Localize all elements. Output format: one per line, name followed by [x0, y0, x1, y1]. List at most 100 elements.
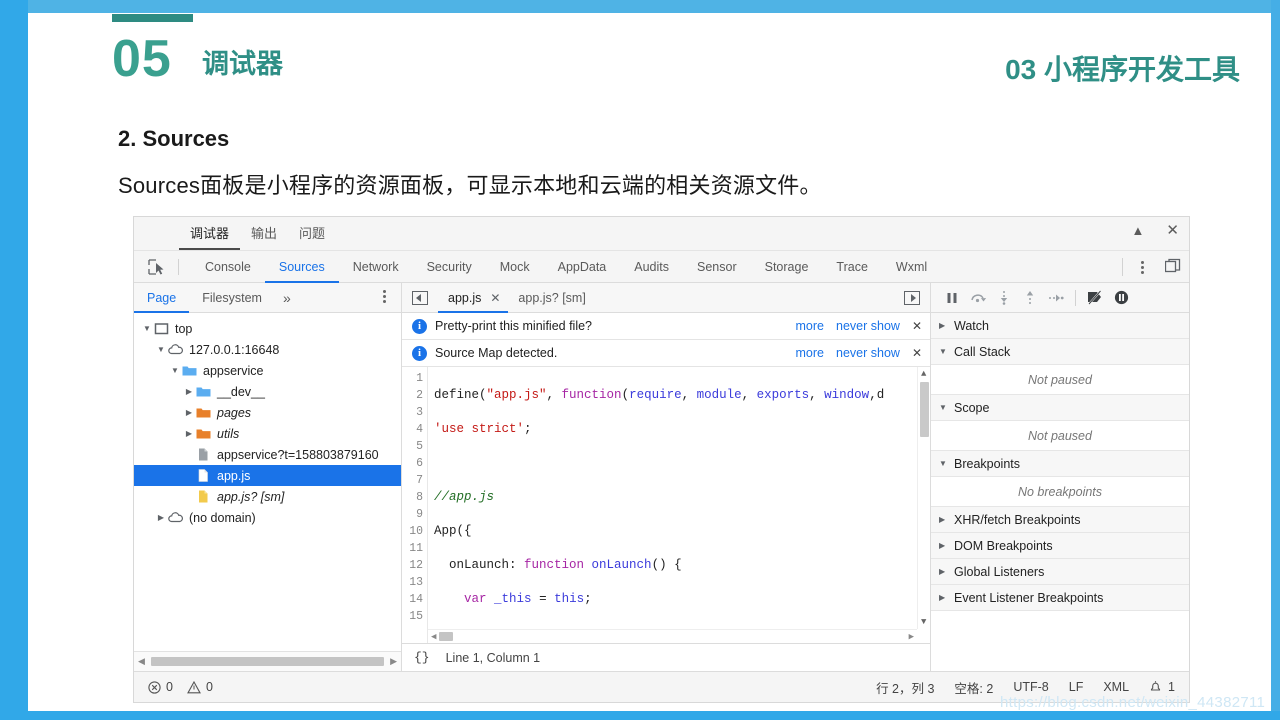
tab-storage[interactable]: Storage	[751, 251, 823, 283]
indent-setting[interactable]: 空格: 2	[954, 678, 993, 697]
cursor-position[interactable]: 行 2，列 3	[876, 678, 934, 697]
debugger-section-xhr-breakpoints[interactable]: ▶ XHR/fetch Breakpoints	[931, 507, 1189, 533]
tree-item-host[interactable]: ▼ 127.0.0.1:16648	[134, 339, 401, 360]
infobar-close-icon[interactable]: ✕	[912, 346, 922, 360]
collapse-icon[interactable]: ▲	[1132, 224, 1145, 237]
infobar-more-link[interactable]: more	[796, 319, 824, 333]
window-tab-output[interactable]: 输出	[240, 219, 288, 250]
tree-item-utils-folder[interactable]: ▶ utils	[134, 423, 401, 444]
scrollbar-thumb[interactable]	[920, 382, 929, 437]
nav-tab-page[interactable]: Page	[134, 283, 189, 313]
twisty-icon[interactable]: ▶	[939, 593, 947, 602]
debugger-section-dom-breakpoints[interactable]: ▶ DOM Breakpoints	[931, 533, 1189, 559]
twisty-icon[interactable]: ▶	[156, 513, 166, 522]
debugger-section-event-listener-breakpoints[interactable]: ▶ Event Listener Breakpoints	[931, 585, 1189, 611]
navigator-options-icon[interactable]	[377, 290, 391, 303]
pause-on-exceptions-icon[interactable]	[1108, 285, 1134, 311]
debugger-section-scope[interactable]: ▼ Scope	[931, 395, 1189, 421]
twisty-icon[interactable]: ▼	[939, 403, 947, 412]
tree-item-pages-folder[interactable]: ▶ pages	[134, 402, 401, 423]
more-options-icon[interactable]	[1135, 260, 1149, 274]
debugger-section-breakpoints[interactable]: ▼ Breakpoints	[931, 451, 1189, 477]
nav-more-tabs-icon[interactable]: »	[275, 290, 299, 306]
show-navigator-icon[interactable]	[412, 290, 428, 305]
editor-horizontal-scrollbar[interactable]: ◀ ▶	[428, 629, 917, 643]
debugger-section-watch[interactable]: ▶ Watch	[931, 313, 1189, 339]
scrollbar-thumb[interactable]	[150, 657, 385, 666]
tree-item-dev-folder[interactable]: ▶ __dev__	[134, 381, 401, 402]
tab-wxml[interactable]: Wxml	[882, 251, 941, 283]
deactivate-breakpoints-icon[interactable]	[1082, 285, 1108, 311]
inspect-element-icon[interactable]	[148, 258, 166, 275]
code-editor[interactable]: 1 2 3 4 5 6 7 8 9 10 11 12 13 14 15 defi…	[402, 367, 930, 643]
step-out-of-current-function-icon[interactable]	[1017, 285, 1043, 311]
editor-vertical-scrollbar[interactable]: ▲ ▼	[917, 367, 930, 629]
editor-tab-label: app.js? [sm]	[518, 290, 586, 305]
twisty-icon[interactable]: ▶	[939, 321, 947, 330]
tree-item-appservice-folder[interactable]: ▼ appservice	[134, 360, 401, 381]
tree-item-top[interactable]: ▼ top	[134, 318, 401, 339]
error-count-badge[interactable]: 0	[148, 680, 173, 694]
twisty-icon[interactable]: ▶	[184, 408, 194, 417]
tab-security[interactable]: Security	[413, 251, 486, 283]
bell-icon	[1150, 681, 1161, 691]
infobar-close-icon[interactable]: ✕	[912, 319, 922, 333]
twisty-icon[interactable]: ▼	[142, 324, 152, 333]
code-content[interactable]: define("app.js", function(require, modul…	[428, 367, 930, 643]
scroll-right-icon[interactable]: ▶	[906, 632, 917, 642]
scroll-up-icon[interactable]: ▲	[921, 369, 926, 379]
infobar-more-link[interactable]: more	[796, 346, 824, 360]
section-title: 调试器	[202, 49, 283, 79]
step-icon[interactable]	[1043, 285, 1069, 311]
scrollbar-thumb[interactable]	[439, 632, 454, 641]
debugger-section-global-listeners[interactable]: ▶ Global Listeners	[931, 559, 1189, 585]
navigator-horizontal-scrollbar[interactable]: ◀ ▶	[134, 651, 401, 671]
scroll-right-icon[interactable]: ▶	[386, 656, 401, 667]
window-tab-debugger[interactable]: 调试器	[179, 219, 241, 250]
tab-network[interactable]: Network	[339, 251, 413, 283]
scroll-down-icon[interactable]: ▼	[921, 617, 926, 627]
twisty-icon[interactable]: ▼	[170, 366, 180, 375]
infobar-never-show-link[interactable]: never show	[836, 319, 900, 333]
step-over-next-call-icon[interactable]	[965, 285, 991, 311]
tab-sources[interactable]: Sources	[265, 251, 339, 283]
close-icon[interactable]: ✕	[1166, 223, 1179, 238]
debugger-section-call-stack[interactable]: ▼ Call Stack	[931, 339, 1189, 365]
twisty-icon[interactable]: ▶	[939, 541, 947, 550]
twisty-icon[interactable]: ▶	[184, 429, 194, 438]
infobar-never-show-link[interactable]: never show	[836, 346, 900, 360]
tab-mock[interactable]: Mock	[486, 251, 544, 283]
editor-tab-app-js[interactable]: app.js ✕	[438, 283, 508, 313]
tab-sensor[interactable]: Sensor	[683, 251, 751, 283]
pretty-print-icon[interactable]: {}	[414, 650, 430, 665]
tab-console[interactable]: Console	[191, 251, 265, 283]
twisty-icon[interactable]: ▼	[939, 459, 947, 468]
tab-audits[interactable]: Audits	[620, 251, 683, 283]
close-tab-icon[interactable]: ✕	[490, 291, 500, 305]
language-mode[interactable]: XML	[1103, 680, 1129, 694]
twisty-icon[interactable]: ▶	[184, 387, 194, 396]
tab-appdata[interactable]: AppData	[544, 251, 621, 283]
scroll-left-icon[interactable]: ◀	[134, 656, 149, 667]
scroll-left-icon[interactable]: ◀	[428, 632, 439, 642]
editor-tab-app-js-sm[interactable]: app.js? [sm]	[508, 283, 593, 313]
tree-item-no-domain[interactable]: ▶ (no domain)	[134, 507, 401, 528]
tree-item-app-js[interactable]: app.js	[134, 465, 401, 486]
twisty-icon[interactable]: ▶	[939, 567, 947, 576]
tree-item-appservice-file[interactable]: appservice?t=158803879160	[134, 444, 401, 465]
twisty-icon[interactable]: ▼	[939, 347, 947, 356]
notification-badge[interactable]: 1	[1149, 680, 1175, 694]
window-tab-problems[interactable]: 问题	[288, 219, 336, 250]
warning-count-badge[interactable]: 0	[187, 680, 213, 694]
tree-item-app-js-sourcemap[interactable]: app.js? [sm]	[134, 486, 401, 507]
twisty-icon[interactable]: ▶	[939, 515, 947, 524]
nav-tab-filesystem[interactable]: Filesystem	[189, 283, 275, 313]
dock-side-icon[interactable]	[1164, 258, 1181, 276]
tab-trace[interactable]: Trace	[822, 251, 882, 283]
pause-script-execution-icon[interactable]	[939, 285, 965, 311]
show-debugger-sidebar-icon[interactable]	[904, 291, 920, 305]
line-ending-setting[interactable]: LF	[1069, 680, 1084, 694]
encoding-setting[interactable]: UTF-8	[1013, 680, 1048, 694]
twisty-icon[interactable]: ▼	[156, 345, 166, 354]
step-into-next-call-icon[interactable]	[991, 285, 1017, 311]
